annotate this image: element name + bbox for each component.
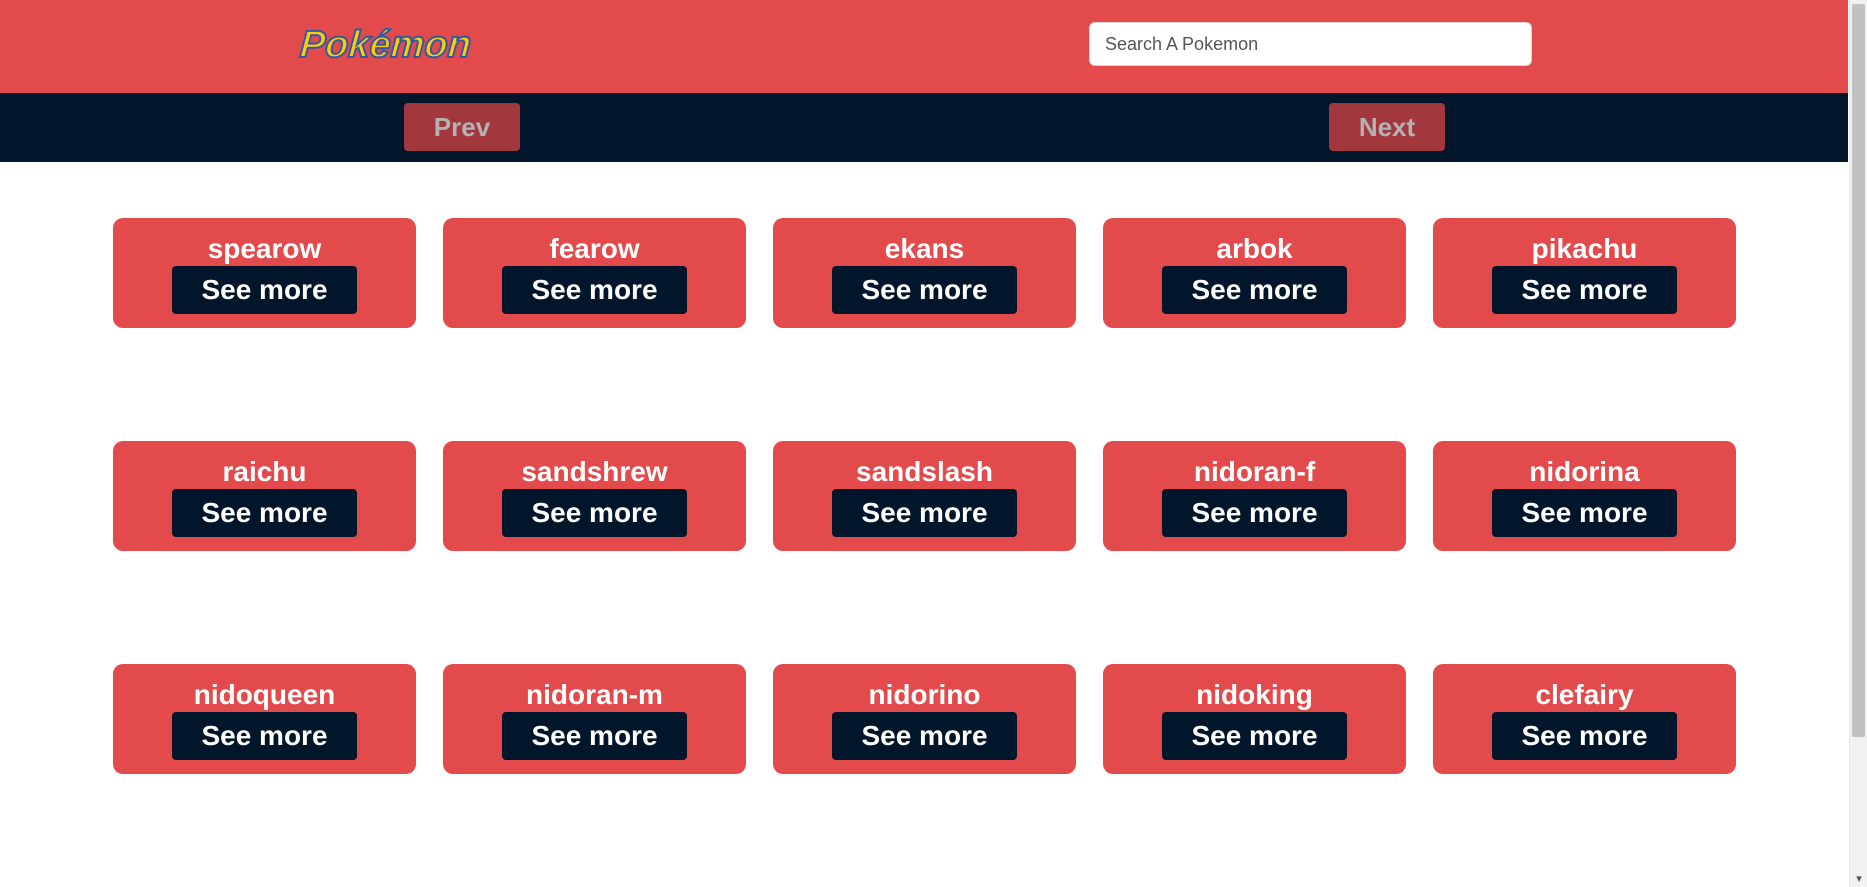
see-more-button[interactable]: See more — [172, 266, 357, 314]
pokemon-card: nidoking See more — [1103, 664, 1406, 774]
pokemon-name: pikachu — [1531, 233, 1638, 264]
see-more-button[interactable]: See more — [1492, 489, 1677, 537]
pokemon-card: clefairy See more — [1433, 664, 1736, 774]
scrollbar-thumb[interactable] — [1852, 4, 1865, 737]
chevron-down-icon[interactable]: ▾ — [1853, 873, 1865, 885]
pokemon-card: spearow See more — [113, 218, 416, 328]
pokemon-name: nidoran-m — [526, 679, 663, 710]
see-more-button[interactable]: See more — [1492, 712, 1677, 760]
see-more-button[interactable]: See more — [172, 489, 357, 537]
see-more-button[interactable]: See more — [832, 712, 1017, 760]
logo-text: Pokémon — [298, 23, 474, 67]
see-more-button[interactable]: See more — [1162, 712, 1347, 760]
next-button[interactable]: Next — [1329, 103, 1445, 151]
see-more-button[interactable]: See more — [172, 712, 357, 760]
pokemon-card: sandshrew See more — [443, 441, 746, 551]
pokemon-card: arbok See more — [1103, 218, 1406, 328]
pokemon-name: arbok — [1216, 233, 1293, 264]
see-more-button[interactable]: See more — [1162, 266, 1347, 314]
pokemon-name: spearow — [207, 233, 322, 264]
pokemon-card: nidorino See more — [773, 664, 1076, 774]
pokemon-card: nidoran-f See more — [1103, 441, 1406, 551]
see-more-button[interactable]: See more — [832, 266, 1017, 314]
pokemon-name: nidoking — [1196, 679, 1313, 710]
see-more-button[interactable]: See more — [502, 266, 687, 314]
pokemon-card: fearow See more — [443, 218, 746, 328]
see-more-button[interactable]: See more — [502, 489, 687, 537]
pokemon-card: nidorina See more — [1433, 441, 1736, 551]
pokemon-card: nidoran-m See more — [443, 664, 746, 774]
pokemon-name: sandslash — [856, 456, 993, 487]
pokemon-name: ekans — [884, 233, 965, 264]
pokemon-card: pikachu See more — [1433, 218, 1736, 328]
pokemon-name: fearow — [549, 233, 640, 264]
pokemon-name: raichu — [222, 456, 307, 487]
prev-button[interactable]: Prev — [404, 103, 520, 151]
pokemon-name: nidorino — [868, 679, 981, 710]
pokemon-name: nidoqueen — [193, 679, 336, 710]
see-more-button[interactable]: See more — [1162, 489, 1347, 537]
pokemon-card: nidoqueen See more — [113, 664, 416, 774]
pokemon-grid: spearow See more fearow See more ekans S… — [113, 218, 1736, 774]
header-bar: Pokémon — [0, 0, 1848, 93]
pokemon-name: nidoran-f — [1193, 456, 1316, 487]
pokemon-name: nidorina — [1529, 456, 1640, 487]
vertical-scrollbar[interactable]: ▾ — [1849, 0, 1867, 887]
see-more-button[interactable]: See more — [1492, 266, 1677, 314]
pokemon-card: raichu See more — [113, 441, 416, 551]
pokemon-card: ekans See more — [773, 218, 1076, 328]
pokemon-name: clefairy — [1535, 679, 1634, 710]
search-input[interactable] — [1089, 22, 1532, 66]
pokemon-card: sandslash See more — [773, 441, 1076, 551]
see-more-button[interactable]: See more — [832, 489, 1017, 537]
pokemon-logo: Pokémon — [298, 17, 474, 73]
pagination-bar: Prev Next — [0, 93, 1848, 162]
see-more-button[interactable]: See more — [502, 712, 687, 760]
pokemon-name: sandshrew — [521, 456, 668, 487]
